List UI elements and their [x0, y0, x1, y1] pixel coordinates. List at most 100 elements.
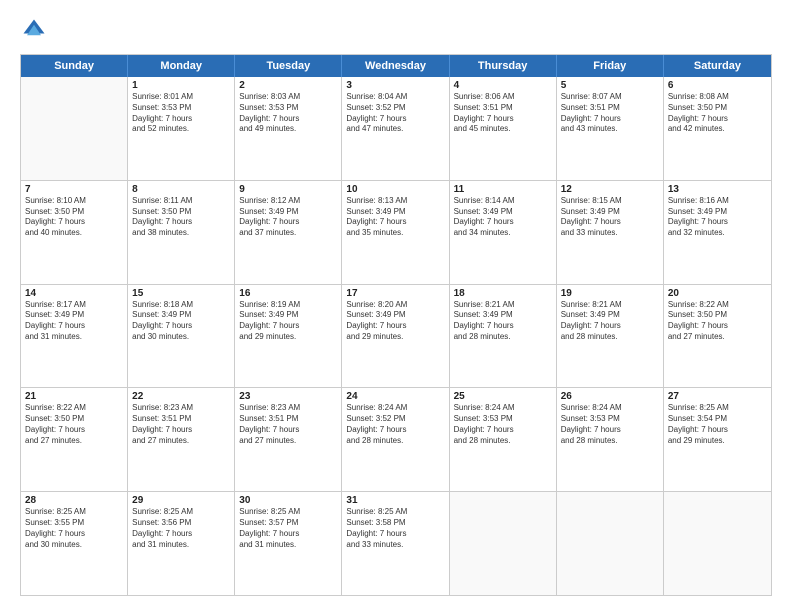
day-number: 13	[668, 184, 767, 195]
day-number: 20	[668, 288, 767, 299]
daylight-minutes: and 29 minutes.	[346, 332, 444, 343]
sunset-text: Sunset: 3:50 PM	[132, 207, 230, 218]
daylight-minutes: and 27 minutes.	[668, 332, 767, 343]
daylight-text: Daylight: 7 hours	[239, 321, 337, 332]
sunset-text: Sunset: 3:52 PM	[346, 414, 444, 425]
daylight-text: Daylight: 7 hours	[561, 114, 659, 125]
sunrise-text: Sunrise: 8:03 AM	[239, 92, 337, 103]
sunrise-text: Sunrise: 8:10 AM	[25, 196, 123, 207]
sunrise-text: Sunrise: 8:04 AM	[346, 92, 444, 103]
daylight-text: Daylight: 7 hours	[561, 425, 659, 436]
sunset-text: Sunset: 3:53 PM	[561, 414, 659, 425]
day-number: 4	[454, 80, 552, 91]
day-cell-17: 17Sunrise: 8:20 AMSunset: 3:49 PMDayligh…	[342, 285, 449, 388]
daylight-minutes: and 30 minutes.	[132, 332, 230, 343]
sunset-text: Sunset: 3:49 PM	[561, 207, 659, 218]
day-number: 28	[25, 495, 123, 506]
sunrise-text: Sunrise: 8:24 AM	[454, 403, 552, 414]
day-cell-20: 20Sunrise: 8:22 AMSunset: 3:50 PMDayligh…	[664, 285, 771, 388]
day-number: 1	[132, 80, 230, 91]
daylight-minutes: and 34 minutes.	[454, 228, 552, 239]
sunset-text: Sunset: 3:49 PM	[454, 310, 552, 321]
sunrise-text: Sunrise: 8:13 AM	[346, 196, 444, 207]
day-number: 31	[346, 495, 444, 506]
daylight-minutes: and 33 minutes.	[346, 540, 444, 551]
sunset-text: Sunset: 3:51 PM	[132, 414, 230, 425]
sunrise-text: Sunrise: 8:23 AM	[239, 403, 337, 414]
day-number: 6	[668, 80, 767, 91]
sunrise-text: Sunrise: 8:11 AM	[132, 196, 230, 207]
sunrise-text: Sunrise: 8:16 AM	[668, 196, 767, 207]
day-number: 27	[668, 391, 767, 402]
calendar-row-4: 28Sunrise: 8:25 AMSunset: 3:55 PMDayligh…	[21, 491, 771, 595]
day-cell-31: 31Sunrise: 8:25 AMSunset: 3:58 PMDayligh…	[342, 492, 449, 595]
sunrise-text: Sunrise: 8:22 AM	[668, 300, 767, 311]
day-cell-26: 26Sunrise: 8:24 AMSunset: 3:53 PMDayligh…	[557, 388, 664, 491]
daylight-minutes: and 31 minutes.	[132, 540, 230, 551]
calendar: SundayMondayTuesdayWednesdayThursdayFrid…	[20, 54, 772, 596]
sunset-text: Sunset: 3:49 PM	[132, 310, 230, 321]
sunrise-text: Sunrise: 8:01 AM	[132, 92, 230, 103]
daylight-minutes: and 30 minutes.	[25, 540, 123, 551]
header-day-sunday: Sunday	[21, 55, 128, 77]
sunset-text: Sunset: 3:50 PM	[668, 310, 767, 321]
day-cell-16: 16Sunrise: 8:19 AMSunset: 3:49 PMDayligh…	[235, 285, 342, 388]
logo	[20, 16, 52, 44]
day-cell-28: 28Sunrise: 8:25 AMSunset: 3:55 PMDayligh…	[21, 492, 128, 595]
sunset-text: Sunset: 3:51 PM	[239, 414, 337, 425]
daylight-minutes: and 28 minutes.	[561, 436, 659, 447]
day-number: 26	[561, 391, 659, 402]
daylight-text: Daylight: 7 hours	[132, 425, 230, 436]
daylight-text: Daylight: 7 hours	[668, 321, 767, 332]
day-number: 9	[239, 184, 337, 195]
day-cell-21: 21Sunrise: 8:22 AMSunset: 3:50 PMDayligh…	[21, 388, 128, 491]
day-cell-30: 30Sunrise: 8:25 AMSunset: 3:57 PMDayligh…	[235, 492, 342, 595]
daylight-minutes: and 28 minutes.	[346, 436, 444, 447]
sunrise-text: Sunrise: 8:23 AM	[132, 403, 230, 414]
daylight-text: Daylight: 7 hours	[239, 217, 337, 228]
daylight-minutes: and 35 minutes.	[346, 228, 444, 239]
sunrise-text: Sunrise: 8:21 AM	[454, 300, 552, 311]
day-cell-11: 11Sunrise: 8:14 AMSunset: 3:49 PMDayligh…	[450, 181, 557, 284]
daylight-text: Daylight: 7 hours	[239, 529, 337, 540]
daylight-text: Daylight: 7 hours	[454, 217, 552, 228]
sunrise-text: Sunrise: 8:21 AM	[561, 300, 659, 311]
daylight-text: Daylight: 7 hours	[132, 114, 230, 125]
day-number: 8	[132, 184, 230, 195]
header-day-saturday: Saturday	[664, 55, 771, 77]
calendar-row-2: 14Sunrise: 8:17 AMSunset: 3:49 PMDayligh…	[21, 284, 771, 388]
sunset-text: Sunset: 3:49 PM	[454, 207, 552, 218]
day-cell-13: 13Sunrise: 8:16 AMSunset: 3:49 PMDayligh…	[664, 181, 771, 284]
daylight-minutes: and 27 minutes.	[25, 436, 123, 447]
daylight-text: Daylight: 7 hours	[132, 321, 230, 332]
day-number: 10	[346, 184, 444, 195]
day-number: 14	[25, 288, 123, 299]
day-cell-23: 23Sunrise: 8:23 AMSunset: 3:51 PMDayligh…	[235, 388, 342, 491]
day-cell-7: 7Sunrise: 8:10 AMSunset: 3:50 PMDaylight…	[21, 181, 128, 284]
day-number: 11	[454, 184, 552, 195]
sunrise-text: Sunrise: 8:25 AM	[346, 507, 444, 518]
header-day-friday: Friday	[557, 55, 664, 77]
sunset-text: Sunset: 3:49 PM	[239, 310, 337, 321]
sunset-text: Sunset: 3:53 PM	[239, 103, 337, 114]
header-day-monday: Monday	[128, 55, 235, 77]
empty-cell	[21, 77, 128, 180]
sunrise-text: Sunrise: 8:24 AM	[561, 403, 659, 414]
logo-icon	[20, 16, 48, 44]
daylight-minutes: and 31 minutes.	[239, 540, 337, 551]
daylight-text: Daylight: 7 hours	[454, 425, 552, 436]
daylight-text: Daylight: 7 hours	[25, 321, 123, 332]
page: SundayMondayTuesdayWednesdayThursdayFrid…	[0, 0, 792, 612]
sunset-text: Sunset: 3:57 PM	[239, 518, 337, 529]
daylight-text: Daylight: 7 hours	[346, 529, 444, 540]
daylight-text: Daylight: 7 hours	[346, 425, 444, 436]
empty-cell	[664, 492, 771, 595]
daylight-minutes: and 37 minutes.	[239, 228, 337, 239]
day-number: 24	[346, 391, 444, 402]
daylight-text: Daylight: 7 hours	[25, 529, 123, 540]
sunset-text: Sunset: 3:54 PM	[668, 414, 767, 425]
sunset-text: Sunset: 3:50 PM	[25, 414, 123, 425]
daylight-text: Daylight: 7 hours	[561, 217, 659, 228]
sunset-text: Sunset: 3:56 PM	[132, 518, 230, 529]
calendar-row-1: 7Sunrise: 8:10 AMSunset: 3:50 PMDaylight…	[21, 180, 771, 284]
